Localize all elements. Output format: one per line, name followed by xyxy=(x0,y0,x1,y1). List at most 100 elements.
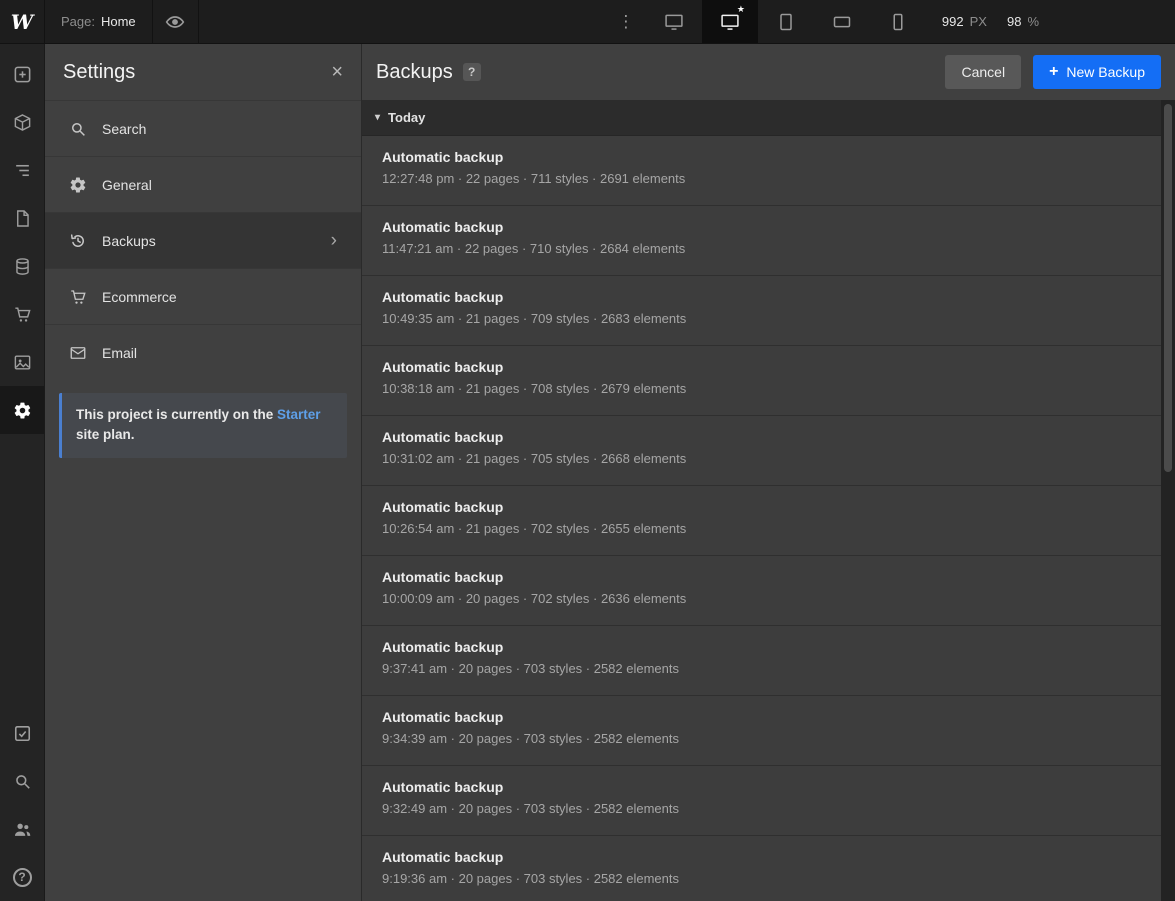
settings-item-backups[interactable]: Backups › xyxy=(45,212,361,268)
backups-body: ▾ Today Automatic backup 12:27:48 pm · 2… xyxy=(362,100,1175,901)
webflow-designer: W Page: Home ⋮ ★ xyxy=(0,0,1175,901)
device-phone-portrait-button[interactable] xyxy=(870,0,926,43)
backup-item[interactable]: Automatic backup 10:00:09 am · 20 pages … xyxy=(362,556,1161,626)
navigator-button[interactable] xyxy=(0,146,44,194)
users-icon xyxy=(13,820,32,839)
backup-meta: 11:47:21 am · 22 pages · 710 styles · 26… xyxy=(382,241,1141,256)
plan-notice-text: site plan. xyxy=(76,427,135,442)
backup-item[interactable]: Automatic backup 9:19:36 am · 20 pages ·… xyxy=(362,836,1161,901)
envelope-icon xyxy=(69,344,87,362)
phone-portrait-icon xyxy=(888,12,908,32)
settings-item-ecommerce[interactable]: Ecommerce xyxy=(45,268,361,324)
help-button[interactable]: ? xyxy=(0,853,44,901)
desktop-large-icon xyxy=(664,12,684,32)
backup-item[interactable]: Automatic backup 11:47:21 am · 22 pages … xyxy=(362,206,1161,276)
audit-button[interactable] xyxy=(0,709,44,757)
page-selector[interactable]: Page: Home xyxy=(45,0,153,43)
backup-meta: 9:34:39 am · 20 pages · 703 styles · 258… xyxy=(382,731,1141,746)
zoom-value[interactable]: 98 xyxy=(1007,14,1021,29)
backup-title: Automatic backup xyxy=(382,359,1141,375)
backup-item[interactable]: Automatic backup 10:49:35 am · 21 pages … xyxy=(362,276,1161,346)
backup-title: Automatic backup xyxy=(382,289,1141,305)
search-icon xyxy=(13,772,32,791)
scrollbar-track[interactable] xyxy=(1161,100,1175,901)
tablet-icon xyxy=(776,12,796,32)
backup-item[interactable]: Automatic backup 10:38:18 am · 21 pages … xyxy=(362,346,1161,416)
navigator-layers-icon xyxy=(13,161,32,180)
page-selector-label: Page: xyxy=(61,14,95,29)
check-square-icon xyxy=(13,724,32,743)
backup-meta: 10:31:02 am · 21 pages · 705 styles · 26… xyxy=(382,451,1141,466)
settings-panel-header: Settings × xyxy=(45,44,361,100)
gear-icon xyxy=(69,176,87,194)
add-elements-button[interactable] xyxy=(0,50,44,98)
settings-item-general[interactable]: General xyxy=(45,156,361,212)
backup-title: Automatic backup xyxy=(382,149,1141,165)
webflow-logo[interactable]: W xyxy=(0,0,45,43)
quick-find-button[interactable] xyxy=(0,757,44,805)
canvas-settings-menu-button[interactable]: ⋮ xyxy=(606,0,646,43)
preview-button[interactable] xyxy=(153,0,199,43)
image-icon xyxy=(13,353,32,372)
eye-icon xyxy=(165,12,185,32)
collaborators-button[interactable] xyxy=(0,805,44,853)
canvas-size-info: 992 PX 98 % xyxy=(926,0,1055,43)
group-header-today[interactable]: ▾ Today xyxy=(362,100,1161,136)
settings-item-label: Backups xyxy=(102,233,156,249)
backup-item[interactable]: Automatic backup 9:32:49 am · 20 pages ·… xyxy=(362,766,1161,836)
settings-panel: Settings × Search General xyxy=(45,44,362,901)
assets-button[interactable] xyxy=(0,338,44,386)
settings-item-email[interactable]: Email xyxy=(45,324,361,380)
canvas-width-value[interactable]: 992 xyxy=(942,14,964,29)
backup-title: Automatic backup xyxy=(382,779,1141,795)
backup-meta: 10:26:54 am · 21 pages · 702 styles · 26… xyxy=(382,521,1141,536)
left-toolbar: ? xyxy=(0,44,45,901)
page-icon xyxy=(13,209,32,228)
backup-item[interactable]: Automatic backup 10:26:54 am · 21 pages … xyxy=(362,486,1161,556)
page-title: Backups xyxy=(376,61,453,84)
scrollbar-thumb[interactable] xyxy=(1164,104,1172,472)
plan-notice-text: This project is currently on the xyxy=(76,407,277,422)
backup-title: Automatic backup xyxy=(382,569,1141,585)
default-breakpoint-star-icon: ★ xyxy=(737,5,745,14)
plan-name-link[interactable]: Starter xyxy=(277,407,321,422)
close-settings-button[interactable]: × xyxy=(331,62,343,82)
settings-item-label: Search xyxy=(102,121,146,137)
site-plan-notice: This project is currently on the Starter… xyxy=(59,393,347,458)
backup-item[interactable]: Automatic backup 9:34:39 am · 20 pages ·… xyxy=(362,696,1161,766)
settings-panel-title: Settings xyxy=(63,61,135,84)
backup-history-icon xyxy=(69,232,87,250)
settings-item-label: Ecommerce xyxy=(102,289,177,305)
backup-meta: 10:00:09 am · 20 pages · 702 styles · 26… xyxy=(382,591,1141,606)
device-desktop-large-button[interactable] xyxy=(646,0,702,43)
device-tablet-button[interactable] xyxy=(758,0,814,43)
top-bar: W Page: Home ⋮ ★ xyxy=(0,0,1175,44)
cancel-button[interactable]: Cancel xyxy=(945,55,1021,89)
backup-item[interactable]: Automatic backup 12:27:48 pm · 22 pages … xyxy=(362,136,1161,206)
plus-icon: + xyxy=(1049,64,1058,80)
page-selector-value: Home xyxy=(101,14,136,29)
device-desktop-base-button[interactable]: ★ xyxy=(702,0,758,43)
toolbar-spacer xyxy=(0,434,44,709)
settings-item-search[interactable]: Search xyxy=(45,100,361,156)
chevron-right-icon: › xyxy=(331,231,337,250)
pages-button[interactable] xyxy=(0,194,44,242)
cms-button[interactable] xyxy=(0,242,44,290)
help-icon: ? xyxy=(13,868,32,887)
cart-icon xyxy=(69,288,87,306)
new-backup-button[interactable]: + New Backup xyxy=(1033,55,1161,89)
backup-item[interactable]: Automatic backup 9:37:41 am · 20 pages ·… xyxy=(362,626,1161,696)
device-phone-landscape-button[interactable] xyxy=(814,0,870,43)
backup-item[interactable]: Automatic backup 10:31:02 am · 21 pages … xyxy=(362,416,1161,486)
settings-button[interactable] xyxy=(0,386,44,434)
backups-header: Backups ? Cancel + New Backup xyxy=(362,44,1175,100)
backups-content: Backups ? Cancel + New Backup ▾ Today xyxy=(362,44,1175,901)
components-button[interactable] xyxy=(0,98,44,146)
ecommerce-button[interactable] xyxy=(0,290,44,338)
backup-title: Automatic backup xyxy=(382,499,1141,515)
backup-meta: 10:49:35 am · 21 pages · 709 styles · 26… xyxy=(382,311,1141,326)
cart-icon xyxy=(13,305,32,324)
backup-meta: 9:37:41 am · 20 pages · 703 styles · 258… xyxy=(382,661,1141,676)
help-badge[interactable]: ? xyxy=(463,63,481,81)
gear-icon xyxy=(13,401,32,420)
